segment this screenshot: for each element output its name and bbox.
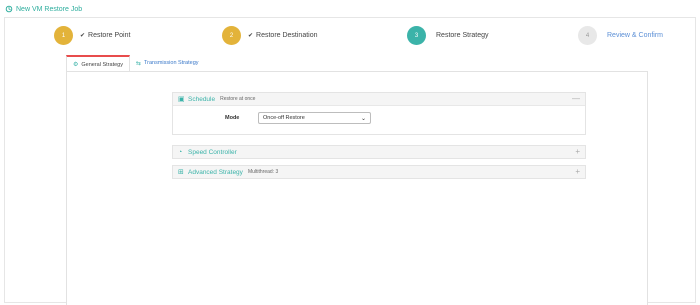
step-label: Restore Strategy [436, 32, 489, 39]
check-icon: ✔ [80, 33, 86, 39]
tab-general-strategy[interactable]: ⚙ General Strategy [66, 55, 130, 72]
expand-icon[interactable]: + [575, 147, 580, 156]
mode-select-value: Once-off Restore [263, 115, 305, 121]
step-number-badge: 2 [222, 26, 241, 45]
tab-label: Transmission Strategy [144, 60, 199, 66]
step-number-badge: 4 [578, 26, 597, 45]
panel-description: Restore at once [220, 96, 256, 102]
step-number-badge: 3 [407, 26, 426, 45]
gauge-icon: ◔ [178, 148, 183, 156]
window-title-bar: New VM Restore Job [5, 3, 82, 15]
panel-title: Advanced Strategy [188, 168, 243, 176]
grid-icon: ⊞ [178, 168, 184, 176]
step-review-confirm[interactable]: 4 Review & Confirm [578, 26, 663, 45]
check-icon: ✔ [248, 33, 254, 39]
strategy-icon: ⚙ [73, 62, 79, 68]
step-label: Restore Destination [256, 32, 318, 39]
step-label: Restore Point [88, 32, 131, 39]
tab-label: General Strategy [81, 61, 123, 68]
advanced-strategy-panel-header[interactable]: ⊞ Advanced Strategy Multithread: 3 + [173, 166, 585, 178]
collapse-icon[interactable]: — [572, 94, 580, 103]
mode-label: Mode [225, 115, 240, 121]
speed-controller-panel: ◔ Speed Controller + [172, 145, 586, 159]
tab-transmission-strategy[interactable]: ⇆ Transmission Strategy [130, 55, 205, 71]
step-restore-destination[interactable]: 2 ✔ Restore Destination [222, 26, 318, 45]
schedule-panel-body: Mode Once-off Restore ⌄ [173, 105, 585, 134]
panel-title: Speed Controller [188, 148, 237, 156]
step-restore-strategy[interactable]: 3 Restore Strategy [407, 26, 489, 45]
restore-job-icon [5, 5, 13, 13]
step-label: Review & Confirm [607, 32, 664, 39]
mode-select[interactable]: Once-off Restore ⌄ [258, 112, 371, 124]
wizard-stepper: 1 ✔ Restore Point 2 ✔ Restore Destinatio… [5, 18, 695, 54]
schedule-panel-header[interactable]: ▣ Schedule Restore at once — [173, 93, 585, 105]
schedule-panel: ▣ Schedule Restore at once — Mode Once-o… [172, 92, 586, 135]
calendar-icon: ▣ [178, 95, 185, 103]
chevron-down-icon: ⌄ [360, 115, 366, 122]
step-number-badge: 1 [54, 26, 73, 45]
wizard-container: 1 ✔ Restore Point 2 ✔ Restore Destinatio… [4, 17, 696, 305]
tab-content: ▣ Schedule Restore at once — Mode Once-o… [66, 71, 648, 305]
step-restore-point[interactable]: 1 ✔ Restore Point [54, 26, 130, 45]
transmission-icon: ⇆ [135, 60, 141, 67]
speed-controller-panel-header[interactable]: ◔ Speed Controller + [173, 146, 585, 158]
strategy-tabs: ⚙ General Strategy ⇆ Transmission Strate… [66, 55, 205, 72]
expand-icon[interactable]: + [575, 167, 580, 176]
window-title: New VM Restore Job [16, 5, 83, 13]
panel-description: Multithread: 3 [247, 169, 279, 175]
advanced-strategy-panel: ⊞ Advanced Strategy Multithread: 3 + [172, 165, 586, 179]
panel-title: Schedule [188, 95, 216, 103]
